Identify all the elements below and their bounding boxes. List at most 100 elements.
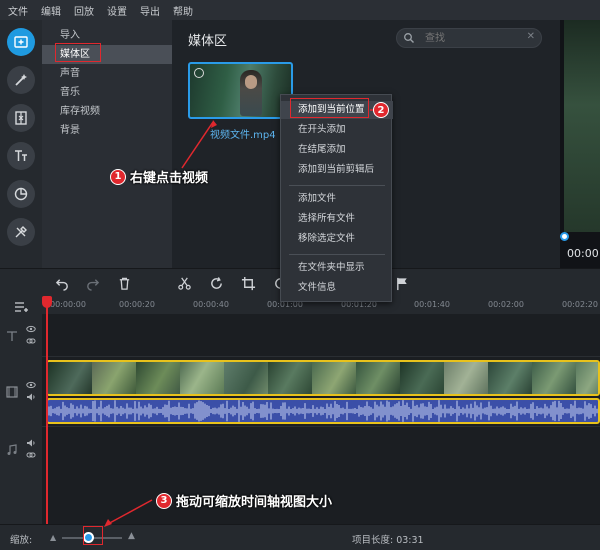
zoom-out-icon[interactable]: ▲	[50, 533, 56, 542]
clip-frame	[532, 362, 576, 394]
zoom-in-icon[interactable]: ▲	[128, 531, 135, 541]
annotation-number-1: 1	[110, 168, 126, 185]
menu-item-add-files[interactable]: 添加文件	[281, 190, 393, 208]
annotation-number-3: 3	[156, 492, 172, 509]
link-icon[interactable]	[26, 336, 36, 346]
thumbnail-face	[245, 75, 257, 89]
track-headers	[0, 296, 42, 524]
annotation-number-2: 2	[373, 102, 389, 118]
clip-frame	[576, 362, 598, 394]
menu-edit[interactable]: 编辑	[41, 3, 61, 18]
menu-bar: 文件 编辑 回放 设置 导出 帮助	[0, 0, 600, 20]
clip-frame	[312, 362, 356, 394]
category-sound[interactable]: 声音	[42, 64, 172, 83]
annotation-1: 1 右键点击视频	[110, 167, 208, 186]
menu-item-show-in-folder[interactable]: 在文件夹中显示	[281, 259, 393, 277]
menu-item-remove-selected-files[interactable]: 移除选定文件	[281, 230, 393, 248]
clip-frame	[92, 362, 136, 394]
preview-panel: 00:00	[560, 20, 600, 268]
annotation-3: 3 拖动可缩放时间轴视图大小	[156, 491, 332, 510]
annotation-text-1: 右键点击视频	[130, 171, 209, 186]
menu-file[interactable]: 文件	[8, 3, 28, 18]
undo-button[interactable]	[54, 275, 70, 291]
link-icon[interactable]	[26, 450, 36, 460]
clear-search-icon[interactable]: ✕	[527, 31, 535, 42]
undo-icon	[55, 278, 68, 291]
clip-frame	[444, 362, 488, 394]
stickers-button[interactable]	[7, 180, 35, 208]
preview-scrubber[interactable]	[560, 232, 569, 241]
ruler-tick: 00:00:40	[193, 300, 229, 309]
category-stock-video[interactable]: 库存视频	[42, 102, 172, 121]
video-track-icon	[6, 386, 18, 398]
video-clip[interactable]	[46, 360, 600, 396]
ruler-tick: 00:02:00	[488, 300, 524, 309]
track-divider	[42, 426, 600, 427]
menu-item-add-at-start[interactable]: 在开头添加	[281, 121, 393, 139]
audio-waveform	[48, 400, 598, 422]
title-track-icon	[7, 331, 17, 341]
search-input[interactable]	[425, 31, 515, 45]
preview-video	[564, 20, 600, 232]
volume-icon[interactable]	[26, 438, 36, 448]
redo-button[interactable]	[84, 275, 100, 291]
marker-button[interactable]	[394, 275, 410, 291]
add-media-button[interactable]	[7, 28, 35, 56]
highlight-box-media-bin	[55, 43, 101, 62]
menu-separator	[289, 185, 385, 186]
crop-button[interactable]	[240, 275, 256, 291]
clip-frame	[400, 362, 444, 394]
rotate-button[interactable]	[208, 275, 224, 291]
clip-frame	[268, 362, 312, 394]
playhead-handle[interactable]	[42, 296, 52, 308]
menu-export[interactable]: 导出	[140, 3, 160, 18]
scissors-icon	[177, 277, 191, 290]
video-thumbnail[interactable]	[188, 62, 293, 119]
tool-sidebar	[0, 20, 42, 268]
search-box[interactable]: ✕	[396, 28, 542, 48]
transitions-button[interactable]	[7, 104, 35, 132]
highlight-box-add-at-current	[290, 98, 369, 118]
ruler-tick: 00:00:20	[119, 300, 155, 309]
add-track-icon[interactable]	[14, 301, 30, 313]
delete-button[interactable]	[116, 275, 132, 291]
clip-frame	[488, 362, 532, 394]
context-menu: 添加到当前位置 在开头添加 在结尾添加 添加到当前剪辑后 添加文件 选择所有文件…	[280, 94, 393, 302]
menu-separator	[289, 254, 385, 255]
eye-icon[interactable]	[26, 380, 36, 390]
video-file-name[interactable]: 视频文件.mp4	[210, 126, 276, 141]
split-button[interactable]	[176, 275, 192, 291]
audio-waveform-clip[interactable]	[46, 398, 600, 424]
menu-settings[interactable]: 设置	[107, 3, 127, 18]
menu-item-file-info[interactable]: 文件信息	[281, 279, 393, 297]
app-window: 文件 编辑 回放 设置 导出 帮助 导入 媒体区 声音 音乐 库存视频 背景 媒…	[0, 0, 600, 550]
flag-icon	[396, 277, 407, 290]
filters-button[interactable]	[7, 66, 35, 94]
preview-timecode: 00:00	[567, 247, 599, 260]
menu-item-add-after-current-clip[interactable]: 添加到当前剪辑后	[281, 161, 393, 179]
redo-icon	[86, 278, 99, 291]
highlight-box-zoom-thumb	[83, 526, 103, 545]
menu-help[interactable]: 帮助	[173, 3, 193, 18]
search-icon	[404, 33, 414, 43]
music-track-icon	[7, 444, 17, 455]
menu-item-select-all-files[interactable]: 选择所有文件	[281, 210, 393, 228]
clip-frame	[224, 362, 268, 394]
category-music[interactable]: 音乐	[42, 83, 172, 102]
more-tools-button[interactable]	[7, 218, 35, 246]
titles-button[interactable]	[7, 142, 35, 170]
magic-wand-icon	[15, 74, 27, 86]
menu-playback[interactable]: 回放	[74, 3, 94, 18]
titles-icon	[15, 150, 27, 161]
track-divider	[42, 356, 600, 357]
project-length: 项目长度: 03:31	[352, 535, 424, 546]
menu-item-add-at-end[interactable]: 在结尾添加	[281, 141, 393, 159]
clip-frame	[48, 362, 92, 394]
clip-frame	[180, 362, 224, 394]
volume-icon[interactable]	[26, 392, 36, 402]
category-backgrounds[interactable]: 背景	[42, 121, 172, 140]
crop-icon	[241, 276, 255, 290]
rotate-icon	[210, 276, 222, 289]
eye-icon[interactable]	[26, 324, 36, 334]
transition-icon	[15, 111, 27, 125]
